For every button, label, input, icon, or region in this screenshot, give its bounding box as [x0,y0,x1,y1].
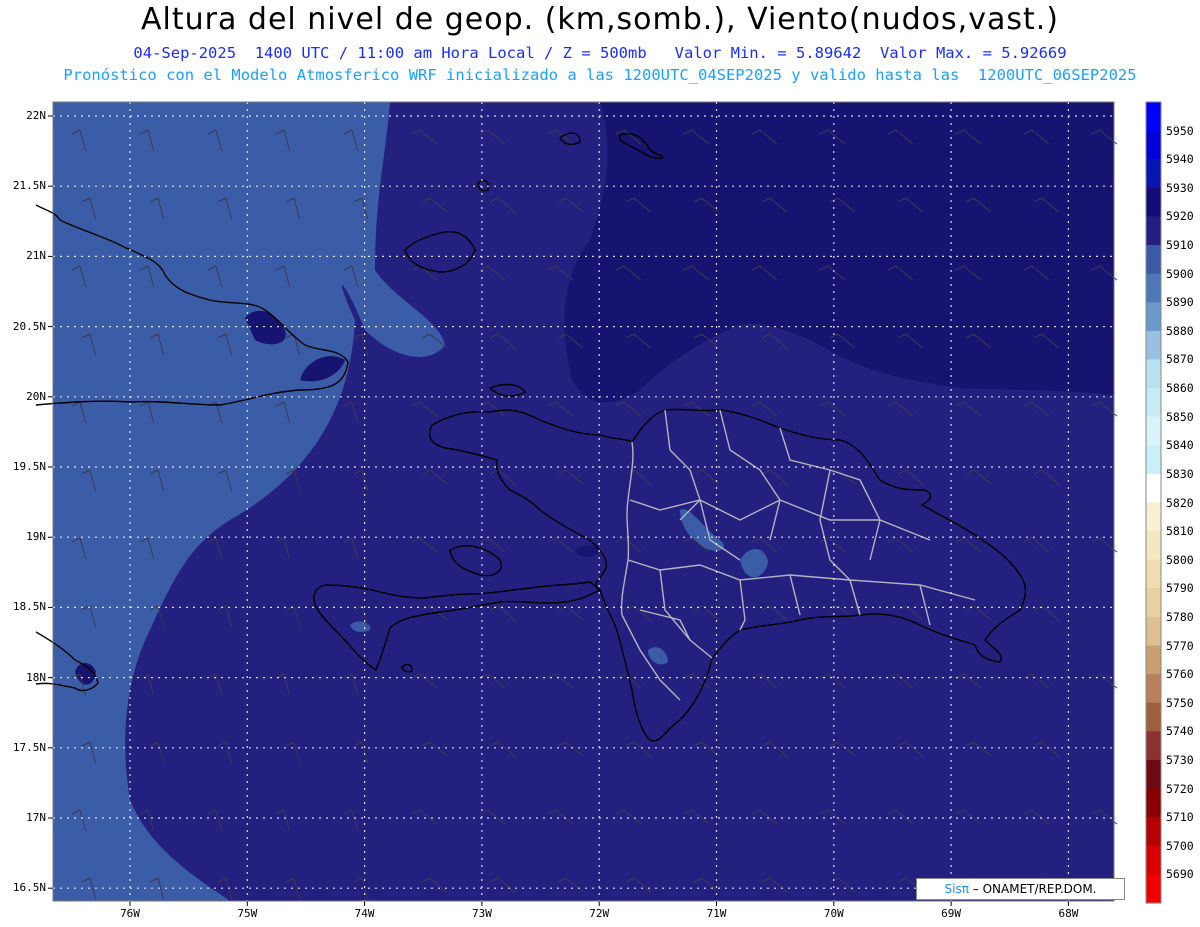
colorbar-label: 5750 [1166,695,1194,710]
colorbar-swatch [1146,588,1161,618]
lon-label: 74W [354,907,375,920]
colorbar-swatch [1146,502,1161,532]
lon-label: 68W [1058,907,1079,920]
lat-label: 20N [26,389,46,403]
colorbar-swatch [1146,416,1161,446]
colorbar-swatch [1146,817,1161,847]
colorbar-swatch [1146,159,1161,189]
colorbar-swatch [1146,731,1161,761]
colorbar-label: 5920 [1166,209,1194,224]
colorbar-swatch [1146,759,1161,790]
colorbar-label: 5910 [1166,238,1194,253]
lon-label: 69W [941,907,962,920]
lon-label: 73W [471,907,492,920]
colorbar-swatch [1146,388,1161,418]
colorbar-label: 5740 [1166,724,1194,739]
colorbar-label: 5900 [1166,266,1194,281]
colorbar-swatch [1146,616,1161,647]
colorbar-label: 5890 [1166,295,1194,310]
credit-box: Sisπ – ONAMET/REP.DOM. [916,878,1125,900]
colorbar-swatch [1146,845,1161,875]
geopotential-fields [53,102,1114,901]
lat-label: 21.5N [12,179,46,193]
lat-label: 17N [26,811,46,824]
lat-label: 19.5N [12,460,46,473]
colorbar-swatch [1146,273,1161,303]
colorbar-swatch [1146,874,1161,904]
colorbar-label: 5720 [1166,781,1194,796]
lat-label: 16.5N [12,881,46,895]
colorbar-label: 5930 [1166,180,1194,195]
lat-label: 18N [26,670,46,684]
lon-label: 70W [823,907,844,920]
lon-label: 72W [589,907,610,920]
colorbar-swatch [1146,187,1161,218]
geopotential-map [35,101,1162,906]
colorbar-swatch [1146,359,1161,389]
colorbar-label: 5940 [1166,152,1194,167]
colorbar-swatch [1146,445,1161,475]
colorbar-label: 5820 [1166,495,1194,510]
colorbar [1145,101,1162,904]
colorbar-swatch [1146,473,1161,504]
lon-label: 75W [237,907,258,920]
colorbar-label: 5790 [1166,581,1194,596]
colorbar-label: 5690 [1166,867,1194,882]
colorbar-swatch [1146,645,1161,675]
colorbar-label: 5730 [1166,752,1194,767]
colorbar-label: 5760 [1166,667,1194,682]
colorbar-label: 5800 [1166,552,1194,567]
colorbar-label: 5830 [1166,466,1194,481]
colorbar-swatch [1146,330,1161,361]
credit-brand: Sis [944,882,962,896]
pi-logo-icon: π [961,882,969,896]
colorbar-label: 5880 [1166,323,1194,338]
lat-label: 22N [26,109,46,122]
colorbar-swatch [1146,531,1161,561]
colorbar-swatch [1146,559,1161,589]
colorbar-swatch [1146,102,1161,132]
colorbar-label: 5840 [1166,438,1194,453]
colorbar-label: 5700 [1166,838,1194,853]
credit-org: ONAMET/REP.DOM. [982,882,1097,896]
colorbar-label: 5810 [1166,524,1194,539]
colorbar-label: 5710 [1166,810,1194,825]
colorbar-swatch [1146,674,1161,704]
colorbar-label: 5950 [1166,123,1194,138]
lat-label: 19N [26,530,46,544]
colorbar-swatch [1146,788,1161,818]
colorbar-swatch [1146,702,1161,732]
lat-label: 21N [26,249,46,263]
colorbar-swatch [1146,216,1161,246]
lat-label: 17.5N [12,740,46,754]
credit-separator: – [972,882,983,896]
colorbar-label: 5770 [1166,638,1194,653]
colorbar-label: 5860 [1166,381,1194,396]
colorbar-swatch [1146,130,1161,160]
colorbar-label: 5850 [1166,409,1194,424]
colorbar-swatch [1146,302,1161,332]
lon-label: 71W [706,907,727,920]
colorbar-swatch [1146,245,1161,275]
lat-label: 20.5N [12,319,46,333]
colorbar-label: 5780 [1166,609,1194,624]
colorbar-label: 5870 [1166,352,1194,367]
lon-label: 76W [120,907,140,920]
lat-label: 18.5N [12,600,46,614]
